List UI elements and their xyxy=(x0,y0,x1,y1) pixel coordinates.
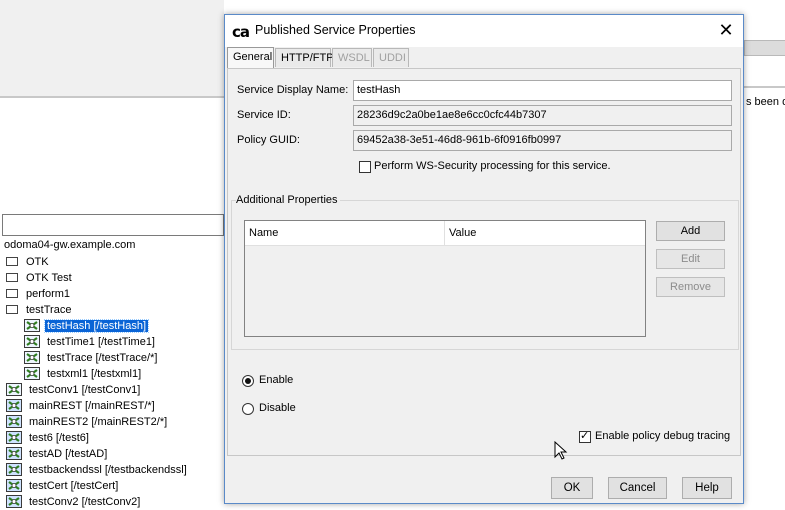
service-icon xyxy=(24,366,40,380)
service-icon xyxy=(6,430,22,444)
mouse-cursor-icon xyxy=(554,441,568,460)
ws-security-label[interactable]: Perform WS-Security processing for this … xyxy=(374,160,611,172)
tree-item-label: testTrace [/testTrace/*] xyxy=(47,352,158,364)
tree-item[interactable]: testHash [/testHash] xyxy=(24,318,150,334)
tree-item-label: testAD [/testAD] xyxy=(29,448,108,460)
tab-general[interactable]: General xyxy=(227,47,274,68)
cancel-button[interactable]: Cancel xyxy=(608,477,667,499)
service-icon xyxy=(6,414,22,428)
ca-logo: ca xyxy=(232,23,250,41)
tab-http-ftp[interactable]: HTTP/FTP xyxy=(275,48,334,67)
ok-button[interactable]: OK xyxy=(551,477,593,499)
service-display-name-field[interactable]: testHash xyxy=(353,80,732,101)
debug-tracing-label[interactable]: Enable policy debug tracing xyxy=(595,430,730,442)
additional-properties-title: Additional Properties xyxy=(236,194,340,206)
policy-guid-field[interactable]: 69452a38-3e51-46d8-961b-6f0916fb0997 xyxy=(353,130,732,151)
tree-item[interactable]: mainREST [/mainREST/*] xyxy=(6,398,157,414)
tree-item[interactable]: perform1 xyxy=(6,286,72,302)
tree-item-label: test6 [/test6] xyxy=(29,432,89,444)
service-icon xyxy=(6,446,22,460)
tree-item[interactable]: testAD [/testAD] xyxy=(6,446,109,462)
title-bar[interactable]: ca Published Service Properties ✕ xyxy=(225,15,743,47)
tree-item-label: OTK xyxy=(26,256,49,268)
service-id-field[interactable]: 28236d9c2a0be1ae8e6cc0cfc44b7307 xyxy=(353,105,732,126)
dialog-title: Published Service Properties xyxy=(255,23,416,37)
service-icon xyxy=(6,398,22,412)
divider xyxy=(0,96,224,98)
add-button[interactable]: Add xyxy=(656,221,725,241)
disable-radio[interactable] xyxy=(242,403,254,415)
tree-root-label[interactable]: odoma04-gw.example.com xyxy=(4,239,135,251)
status-message: s been d xyxy=(746,96,785,108)
edit-button: Edit xyxy=(656,249,725,269)
tree-item[interactable]: testTrace [/testTrace/*] xyxy=(24,350,159,366)
enable-radio[interactable] xyxy=(242,375,254,387)
tree-item-label: testxml1 [/testxml1] xyxy=(47,368,142,380)
general-panel: Service Display Name: testHash Service I… xyxy=(227,68,741,456)
service-id-label: Service ID: xyxy=(237,109,291,121)
right-divider xyxy=(744,86,785,88)
tree-item-label: testCert [/testCert] xyxy=(29,480,119,492)
remove-button: Remove xyxy=(656,277,725,297)
tree-item[interactable]: test6 [/test6] xyxy=(6,430,91,446)
tree-item[interactable]: testTime1 [/testTime1] xyxy=(24,334,157,350)
tree-item-label: testConv2 [/testConv2] xyxy=(29,496,141,508)
service-icon xyxy=(6,478,22,492)
help-button[interactable]: Help xyxy=(682,477,732,499)
tree-item-label: OTK Test xyxy=(26,272,72,284)
enable-label[interactable]: Enable xyxy=(259,374,293,386)
folder-icon xyxy=(6,304,18,314)
tab-wsdl: WSDL xyxy=(332,48,372,67)
tree-item-label: mainREST2 [/mainREST2/*] xyxy=(29,416,168,428)
folder-icon xyxy=(6,272,18,282)
service-icon xyxy=(6,494,22,508)
tree-item-label: testConv1 [/testConv1] xyxy=(29,384,141,396)
properties-table[interactable]: Name Value xyxy=(244,220,646,337)
service-icon xyxy=(24,350,40,364)
service-icon xyxy=(6,382,22,396)
tree-item-label: testTime1 [/testTime1] xyxy=(47,336,155,348)
column-header-value[interactable]: Value xyxy=(445,221,645,245)
column-header-name[interactable]: Name xyxy=(245,221,445,245)
tab-uddi: UDDI xyxy=(373,48,409,67)
tree-item-label: testbackendssl [/testbackendssl] xyxy=(29,464,187,476)
close-icon[interactable]: ✕ xyxy=(709,15,743,45)
published-service-properties-dialog: ca Published Service Properties ✕ Genera… xyxy=(224,14,744,504)
top-panel xyxy=(0,0,224,98)
tree-item-label: mainREST [/mainREST/*] xyxy=(29,400,155,412)
service-icon xyxy=(6,462,22,476)
tree-item-label: testTrace xyxy=(26,304,72,316)
debug-tracing-checkbox[interactable] xyxy=(579,429,591,443)
tree-item[interactable]: OTK Test xyxy=(6,270,74,286)
tree-item[interactable]: testConv2 [/testConv2] xyxy=(6,494,142,510)
tree-search-input[interactable] xyxy=(2,214,224,236)
tree-item-label: perform1 xyxy=(26,288,71,300)
ws-security-checkbox[interactable] xyxy=(359,161,371,173)
service-icon xyxy=(24,334,40,348)
folder-icon xyxy=(6,288,18,298)
tree-item[interactable]: mainREST2 [/mainREST2/*] xyxy=(6,414,169,430)
service-icon xyxy=(24,318,40,332)
tree-item-label: testHash [/testHash] xyxy=(43,319,150,333)
policy-guid-label: Policy GUID: xyxy=(237,134,300,146)
tree-item[interactable]: testCert [/testCert] xyxy=(6,478,120,494)
tree-item[interactable]: testbackendssl [/testbackendssl] xyxy=(6,462,189,478)
service-display-name-label: Service Display Name: xyxy=(237,84,349,96)
tree-item[interactable]: testxml1 [/testxml1] xyxy=(24,366,143,382)
tree-item[interactable]: testConv1 [/testConv1] xyxy=(6,382,142,398)
tree-item[interactable]: OTK xyxy=(6,254,51,270)
tree-item[interactable]: testTrace xyxy=(6,302,73,318)
disable-label[interactable]: Disable xyxy=(259,402,296,414)
table-header: Name Value xyxy=(245,221,645,246)
folder-icon xyxy=(6,256,18,266)
right-toolbar xyxy=(744,40,785,56)
